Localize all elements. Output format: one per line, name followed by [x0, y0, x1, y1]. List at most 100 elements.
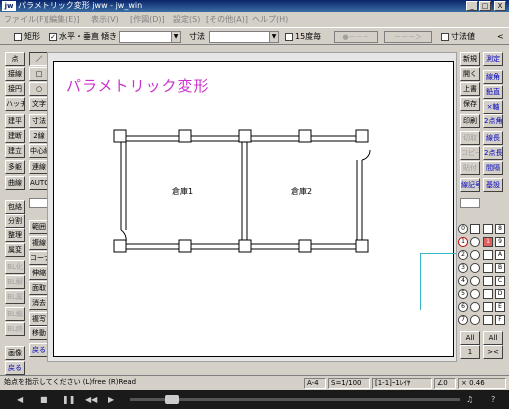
tool-save[interactable]: 保存 — [460, 97, 480, 111]
tool-centerline[interactable]: 中心線 — [29, 144, 49, 158]
layer-1-list[interactable] — [470, 237, 480, 247]
layer-5-button[interactable]: 5 — [458, 289, 468, 299]
tool-double-line[interactable]: 2線 — [29, 129, 49, 143]
tool-x-axis[interactable]: ×軸 — [483, 100, 503, 114]
layer-all-left[interactable]: All — [460, 331, 480, 345]
tool-bl-make[interactable]: BL化 — [5, 260, 25, 274]
options-more[interactable]: < — [497, 31, 504, 43]
chevron-down-icon[interactable]: ▼ — [171, 32, 180, 42]
tool-line-length[interactable]: 線長 — [483, 131, 503, 145]
layer-d-button[interactable]: D — [495, 289, 505, 299]
tool-new[interactable]: 新規 — [460, 52, 480, 66]
tool-undo-2[interactable]: 戻る — [5, 361, 25, 375]
help-icon[interactable]: ? — [491, 395, 495, 404]
next-icon[interactable]: ▶ — [108, 395, 114, 404]
tool-bl-explode[interactable]: BL解 — [5, 275, 25, 289]
seek-thumb[interactable] — [165, 395, 179, 404]
layer-e-list[interactable] — [483, 302, 493, 312]
slope-combo[interactable]: ▼ — [119, 31, 181, 43]
tool-offset[interactable]: 複線 — [29, 236, 49, 250]
tool-rect[interactable]: □ — [29, 67, 49, 81]
tool-build-plan[interactable]: 建平 — [5, 114, 25, 128]
layer-3-button[interactable]: 3 — [458, 263, 468, 273]
tool-circle[interactable]: ○ — [29, 82, 49, 96]
layer-8-button[interactable]: 8 — [495, 224, 505, 234]
tool-chamfer[interactable]: 面取 — [29, 281, 49, 295]
tool-print[interactable]: 印刷 — [460, 114, 480, 128]
tool-divide[interactable]: 分割 — [5, 214, 25, 228]
layer-7-button[interactable]: 7 — [458, 315, 468, 325]
layer-c-list[interactable] — [483, 276, 493, 286]
close-button[interactable]: X — [494, 1, 506, 11]
tool-bl-end[interactable]: BL終 — [5, 322, 25, 336]
tool-move[interactable]: 移動 — [29, 326, 49, 340]
tool-line[interactable]: ／ — [29, 52, 49, 66]
tool-hatch[interactable]: ハッチ — [5, 97, 25, 111]
paper-size[interactable]: A-4 — [304, 378, 326, 389]
tool-open[interactable]: 開く — [460, 67, 480, 81]
seek-track[interactable] — [130, 398, 460, 401]
menu-view[interactable]: 表示(V) — [91, 14, 119, 25]
layer-3-list[interactable] — [470, 263, 480, 273]
tool-copy-clip[interactable]: コピー — [460, 146, 480, 160]
layer-d-list[interactable] — [483, 289, 493, 299]
layer-1-button[interactable]: 1 — [458, 237, 468, 247]
tool-auto[interactable]: AUTO — [29, 176, 49, 190]
tool-base-setting[interactable]: 基設 — [483, 178, 503, 192]
layer-8-list[interactable] — [483, 224, 493, 234]
menu-file[interactable]: ファイル(F) — [4, 14, 47, 25]
line-start-button[interactable]: ●－－－ — [334, 31, 378, 43]
tool-bl-attr[interactable]: BL属 — [5, 290, 25, 304]
layer-4-button[interactable]: 4 — [458, 276, 468, 286]
deg15-checkbox[interactable] — [285, 33, 293, 41]
rewind-icon[interactable]: ◀◀ — [85, 395, 97, 404]
layer-b-list[interactable] — [483, 263, 493, 273]
tool-curve[interactable]: 曲線 — [5, 176, 25, 190]
pause-icon[interactable]: ❚❚ — [62, 395, 75, 404]
layer-group-1[interactable]: 1 — [460, 345, 480, 359]
layer-all-right[interactable]: All — [483, 331, 503, 345]
maximize-button[interactable]: □ — [479, 1, 491, 11]
tool-interval[interactable]: 間隔 — [483, 161, 503, 175]
tool-2pt-length[interactable]: 2点長 — [483, 146, 503, 160]
tool-erase[interactable]: 消去 — [29, 296, 49, 310]
tool-point[interactable]: 点 — [5, 52, 25, 66]
layer-9-button[interactable]: 9 — [495, 237, 505, 247]
color-swatch-right[interactable] — [460, 198, 480, 208]
layer-0-button[interactable]: 0 — [458, 224, 468, 234]
layer-6-list[interactable] — [470, 302, 480, 312]
tool-measure[interactable]: 測定 — [483, 52, 503, 66]
layer-5-list[interactable] — [470, 289, 480, 299]
tool-linetype-transform[interactable]: 線記号変形 — [460, 178, 480, 192]
tool-tancircle[interactable]: 接円 — [5, 82, 25, 96]
tool-range[interactable]: 範囲 — [29, 220, 49, 234]
minimize-button[interactable]: _ — [466, 1, 478, 11]
layer-b-button[interactable]: B — [495, 263, 505, 273]
layer-4-list[interactable] — [470, 276, 480, 286]
dimvalue-checkbox[interactable] — [441, 33, 449, 41]
menu-draw[interactable]: [作図(D)] — [130, 14, 165, 25]
tool-organize[interactable]: 整理 — [5, 228, 25, 242]
menu-help[interactable]: ヘルプ(H) — [252, 14, 288, 25]
layer-6-button[interactable]: 6 — [458, 302, 468, 312]
zoom-display[interactable]: × 0.46 — [458, 378, 506, 389]
tool-tangent[interactable]: 接線 — [5, 67, 25, 81]
tool-text[interactable]: 文字 — [29, 97, 49, 111]
scale-display[interactable]: S=1/100 — [328, 378, 370, 389]
tool-corner[interactable]: コーナー — [29, 251, 49, 265]
tool-line-angle[interactable]: 線角 — [483, 70, 503, 84]
tool-continuous[interactable]: 連線 — [29, 160, 49, 174]
music-icon[interactable]: ♫ — [466, 395, 473, 404]
tool-multi[interactable]: 多躯 — [5, 160, 25, 174]
layer-0-list[interactable] — [470, 224, 480, 234]
tool-overwrite[interactable]: 上書 — [460, 82, 480, 96]
menu-settings[interactable]: 設定(S) — [173, 14, 200, 25]
layer-7-list[interactable] — [470, 315, 480, 325]
hv-checkbox[interactable]: ✓ — [49, 33, 57, 41]
stop-icon[interactable]: ■ — [40, 395, 48, 404]
angle-display[interactable]: ∠0 — [434, 378, 456, 389]
layer-a-list[interactable] — [483, 250, 493, 260]
layer-2-button[interactable]: 2 — [458, 250, 468, 260]
layer-display[interactable]: [1-1]ｰ1ﾚｲﾔ — [372, 378, 432, 389]
tool-build-elev[interactable]: 建立 — [5, 144, 25, 158]
